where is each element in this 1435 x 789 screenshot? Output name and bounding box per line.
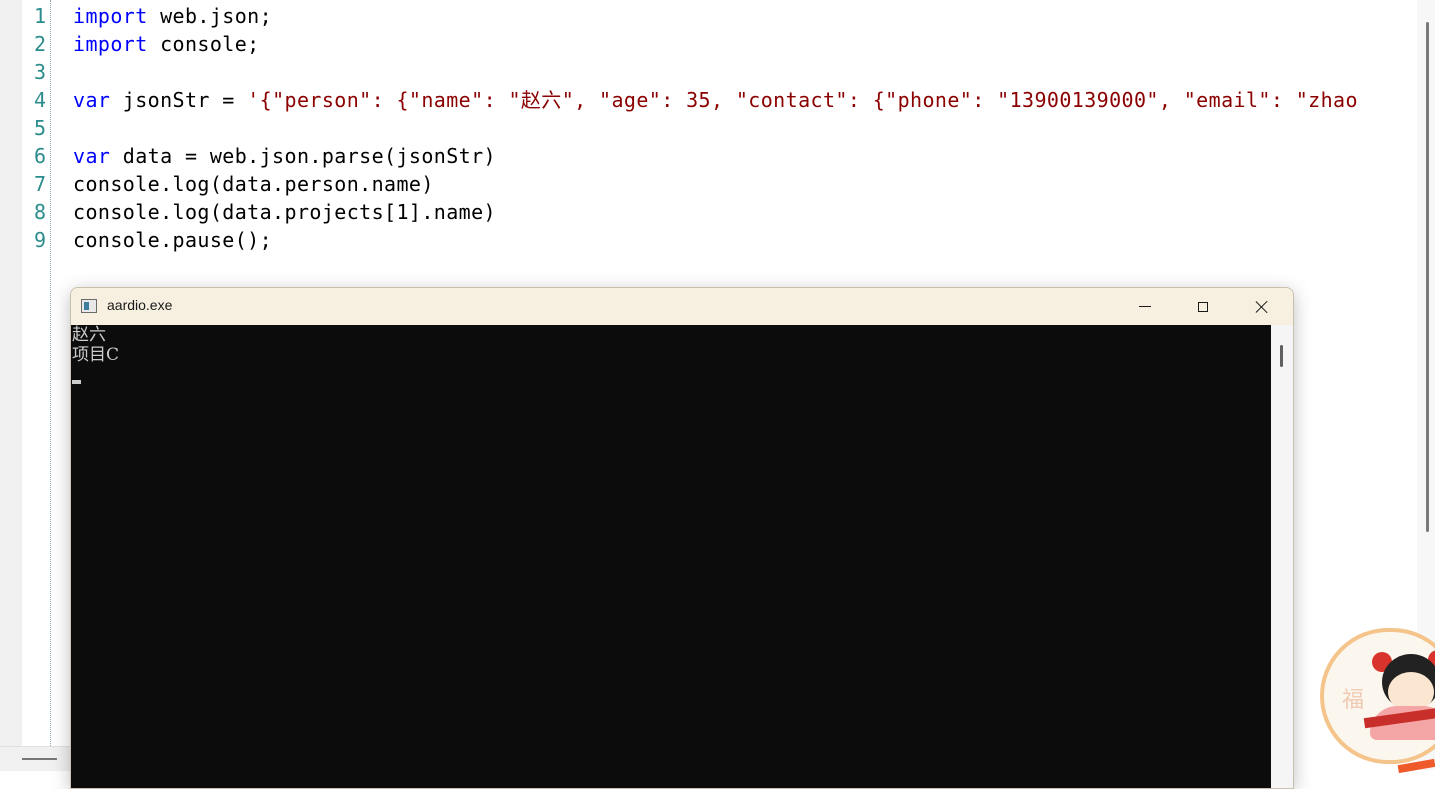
console-titlebar[interactable]: aardio.exe bbox=[71, 288, 1293, 325]
line-number: 1 bbox=[33, 4, 46, 28]
maximize-icon bbox=[1198, 301, 1208, 312]
editor-horizontal-scroll-thumb[interactable] bbox=[22, 758, 57, 760]
console-output-area[interactable]: 赵六 项目C bbox=[71, 325, 1271, 788]
code-text: jsonStr = bbox=[110, 88, 248, 112]
code-area[interactable]: import web.json; import console; var json… bbox=[73, 0, 1415, 252]
line-number: 9 bbox=[33, 228, 46, 252]
minimize-button[interactable] bbox=[1116, 288, 1174, 325]
console-output-line: 项目C bbox=[72, 345, 120, 365]
code-keyword: import bbox=[73, 32, 148, 56]
code-line[interactable]: import web.json; bbox=[73, 0, 1415, 28]
console-app-icon bbox=[81, 299, 97, 313]
code-line[interactable]: console.pause(); bbox=[73, 224, 1415, 252]
line-number: 4 bbox=[33, 88, 46, 112]
close-button[interactable] bbox=[1233, 288, 1291, 325]
code-string: '{"person": {"name": "赵六", "age": 35, "c… bbox=[247, 88, 1358, 112]
console-output-line: 赵六 bbox=[72, 325, 106, 345]
console-scroll-thumb[interactable] bbox=[1280, 345, 1283, 367]
line-number: 2 bbox=[33, 32, 46, 56]
minimize-icon bbox=[1139, 306, 1151, 307]
code-line[interactable]: var jsonStr = '{"person": {"name": "赵六",… bbox=[73, 84, 1415, 112]
console-title: aardio.exe bbox=[107, 297, 173, 313]
mascot-fu-character: 福 bbox=[1342, 688, 1365, 713]
editor-margin bbox=[0, 0, 22, 770]
editor-scroll-thumb[interactable] bbox=[1426, 22, 1429, 532]
code-text: console.log(data.person.name) bbox=[73, 172, 434, 196]
code-line[interactable] bbox=[73, 56, 1415, 84]
line-number: 3 bbox=[33, 60, 46, 84]
close-icon bbox=[1255, 300, 1269, 314]
code-keyword: var bbox=[73, 88, 111, 112]
code-text: console.log(data.projects[1].name) bbox=[73, 200, 496, 224]
line-number: 5 bbox=[33, 116, 46, 140]
line-number: 8 bbox=[33, 200, 46, 224]
line-number: 6 bbox=[33, 144, 46, 168]
line-number: 7 bbox=[33, 172, 46, 196]
code-text: data = web.json.parse(jsonStr) bbox=[110, 144, 496, 168]
code-text: web.json; bbox=[147, 4, 273, 28]
console-window[interactable]: aardio.exe 赵六 项目C bbox=[70, 287, 1294, 789]
maximize-button[interactable] bbox=[1174, 288, 1232, 325]
code-line[interactable] bbox=[73, 112, 1415, 140]
code-line[interactable]: var data = web.json.parse(jsonStr) bbox=[73, 140, 1415, 168]
code-line[interactable]: console.log(data.person.name) bbox=[73, 168, 1415, 196]
code-line[interactable]: console.log(data.projects[1].name) bbox=[73, 196, 1415, 224]
code-keyword: var bbox=[73, 144, 111, 168]
code-keyword: import bbox=[73, 4, 148, 28]
code-line[interactable]: import console; bbox=[73, 28, 1415, 56]
console-cursor bbox=[72, 380, 81, 384]
code-text: console.pause(); bbox=[73, 228, 273, 252]
console-scrollbar[interactable] bbox=[1271, 325, 1293, 788]
code-text: console; bbox=[147, 32, 260, 56]
line-numbers: 1 2 3 4 5 6 7 8 9 bbox=[22, 0, 46, 252]
